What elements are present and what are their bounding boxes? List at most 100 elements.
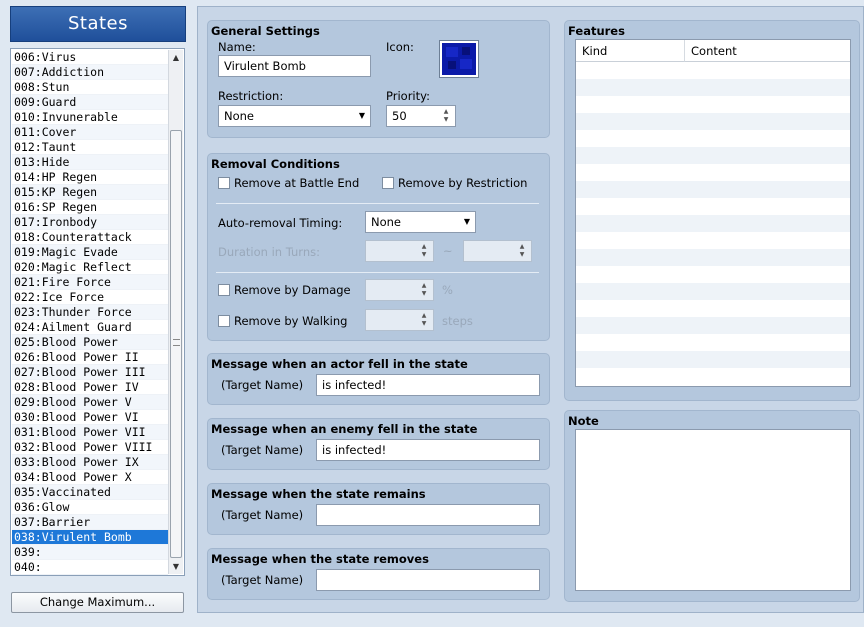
list-item[interactable]: 029:Blood Power V xyxy=(12,395,168,410)
spin-up-icon[interactable]: ▲ xyxy=(439,108,453,116)
list-item[interactable]: 030:Blood Power VI xyxy=(12,410,168,425)
table-row[interactable] xyxy=(576,266,850,283)
list-item[interactable]: 024:Ailment Guard xyxy=(12,320,168,335)
scrollbar-thumb[interactable] xyxy=(170,130,182,558)
battle-end-checkbox[interactable] xyxy=(218,177,230,189)
table-row[interactable] xyxy=(576,334,850,351)
duration-max-stepper[interactable]: ▲ ▼ xyxy=(463,240,532,262)
table-row[interactable] xyxy=(576,198,850,215)
removes-message-input[interactable] xyxy=(316,569,540,591)
list-item[interactable]: 008:Stun xyxy=(12,80,168,95)
actor-message-input[interactable]: is infected! xyxy=(316,374,540,396)
change-maximum-button[interactable]: Change Maximum... xyxy=(11,592,184,613)
damage-percent-stepper[interactable]: ▲ ▼ xyxy=(365,279,434,301)
list-item[interactable]: 012:Taunt xyxy=(12,140,168,155)
list-item[interactable]: 039: xyxy=(12,545,168,560)
table-row[interactable] xyxy=(576,232,850,249)
spin-up-icon[interactable]: ▲ xyxy=(417,243,431,251)
table-row[interactable] xyxy=(576,215,850,232)
list-item[interactable]: 014:HP Regen xyxy=(12,170,168,185)
by-damage-label: Remove by Damage xyxy=(234,283,351,297)
scroll-up-icon[interactable]: ▲ xyxy=(169,50,183,65)
restriction-dropdown[interactable]: None ▼ xyxy=(218,105,371,127)
list-item[interactable]: 020:Magic Reflect xyxy=(12,260,168,275)
duration-min-stepper[interactable]: ▲ ▼ xyxy=(365,240,434,262)
by-damage-checkbox[interactable] xyxy=(218,284,230,296)
walking-steps-stepper[interactable]: ▲ ▼ xyxy=(365,309,434,331)
list-item[interactable]: 011:Cover xyxy=(12,125,168,140)
features-table[interactable]: Kind Content xyxy=(575,39,851,387)
list-item[interactable]: 009:Guard xyxy=(12,95,168,110)
table-row[interactable] xyxy=(576,300,850,317)
list-item[interactable]: 023:Thunder Force xyxy=(12,305,168,320)
list-item[interactable]: 006:Virus xyxy=(12,50,168,65)
auto-timing-label: Auto-removal Timing: xyxy=(218,216,343,230)
by-restriction-label: Remove by Restriction xyxy=(398,176,528,190)
state-list-scrollbar[interactable]: ▲ ▼ xyxy=(168,50,183,574)
spin-up-icon[interactable]: ▲ xyxy=(515,243,529,251)
list-item[interactable]: 010:Invunerable xyxy=(12,110,168,125)
table-row[interactable] xyxy=(576,283,850,300)
table-row[interactable] xyxy=(576,62,850,79)
list-item[interactable]: 016:SP Regen xyxy=(12,200,168,215)
state-list[interactable]: 006:Virus 007:Addiction 008:Stun 009:Guard 0… xyxy=(10,48,185,576)
spin-up-icon[interactable]: ▲ xyxy=(417,312,431,320)
spin-buttons[interactable]: ▲ ▼ xyxy=(417,243,431,259)
note-textarea[interactable] xyxy=(575,429,851,591)
remains-message-input[interactable] xyxy=(316,504,540,526)
spin-down-icon[interactable]: ▼ xyxy=(417,251,431,259)
note-title: Note xyxy=(568,414,599,428)
column-header-kind[interactable]: Kind xyxy=(576,40,685,62)
table-row[interactable] xyxy=(576,351,850,368)
table-row[interactable] xyxy=(576,368,850,385)
list-item[interactable]: 015:KP Regen xyxy=(12,185,168,200)
list-item[interactable]: 035:Vaccinated xyxy=(12,485,168,500)
list-item[interactable]: 018:Counterattack xyxy=(12,230,168,245)
table-row[interactable] xyxy=(576,113,850,130)
list-item[interactable]: 037:Barrier xyxy=(12,515,168,530)
list-item[interactable]: 033:Blood Power IX xyxy=(12,455,168,470)
list-item[interactable]: 034:Blood Power X xyxy=(12,470,168,485)
list-item[interactable]: 028:Blood Power IV xyxy=(12,380,168,395)
list-item[interactable]: 013:Hide xyxy=(12,155,168,170)
list-item[interactable]: 022:Ice Force xyxy=(12,290,168,305)
list-item[interactable]: 038:Virulent Bomb xyxy=(12,530,168,545)
table-row[interactable] xyxy=(576,164,850,181)
name-input[interactable]: Virulent Bomb xyxy=(218,55,371,77)
spin-up-icon[interactable]: ▲ xyxy=(417,282,431,290)
spin-buttons[interactable]: ▲ ▼ xyxy=(417,312,431,328)
spin-buttons[interactable]: ▲ ▼ xyxy=(439,108,453,124)
enemy-message-input[interactable]: is infected! xyxy=(316,439,540,461)
spin-down-icon[interactable]: ▼ xyxy=(439,116,453,124)
icon-selector[interactable] xyxy=(439,40,479,78)
by-walking-checkbox[interactable] xyxy=(218,315,230,327)
scroll-down-icon[interactable]: ▼ xyxy=(169,559,183,574)
table-row[interactable] xyxy=(576,249,850,266)
list-item[interactable]: 025:Blood Power xyxy=(12,335,168,350)
spin-buttons[interactable]: ▲ ▼ xyxy=(417,282,431,298)
table-row[interactable] xyxy=(576,147,850,164)
list-item[interactable]: 007:Addiction xyxy=(12,65,168,80)
spin-buttons[interactable]: ▲ ▼ xyxy=(515,243,529,259)
list-item[interactable]: 017:Ironbody xyxy=(12,215,168,230)
table-row[interactable] xyxy=(576,130,850,147)
column-header-content[interactable]: Content xyxy=(685,40,850,62)
priority-stepper[interactable]: 50 ▲ ▼ xyxy=(386,105,456,127)
list-item[interactable]: 027:Blood Power III xyxy=(12,365,168,380)
spin-down-icon[interactable]: ▼ xyxy=(417,290,431,298)
auto-timing-dropdown[interactable]: None ▼ xyxy=(365,211,476,233)
list-item[interactable]: 032:Blood Power VIII xyxy=(12,440,168,455)
spin-down-icon[interactable]: ▼ xyxy=(417,320,431,328)
list-item[interactable]: 026:Blood Power II xyxy=(12,350,168,365)
table-row[interactable] xyxy=(576,181,850,198)
table-row[interactable] xyxy=(576,317,850,334)
list-item[interactable]: 021:Fire Force xyxy=(12,275,168,290)
table-row[interactable] xyxy=(576,79,850,96)
list-item[interactable]: 019:Magic Evade xyxy=(12,245,168,260)
table-row[interactable] xyxy=(576,96,850,113)
list-item[interactable]: 031:Blood Power VII xyxy=(12,425,168,440)
by-restriction-checkbox[interactable] xyxy=(382,177,394,189)
spin-down-icon[interactable]: ▼ xyxy=(515,251,529,259)
list-item[interactable]: 036:Glow xyxy=(12,500,168,515)
list-item[interactable]: 040: xyxy=(12,560,168,575)
